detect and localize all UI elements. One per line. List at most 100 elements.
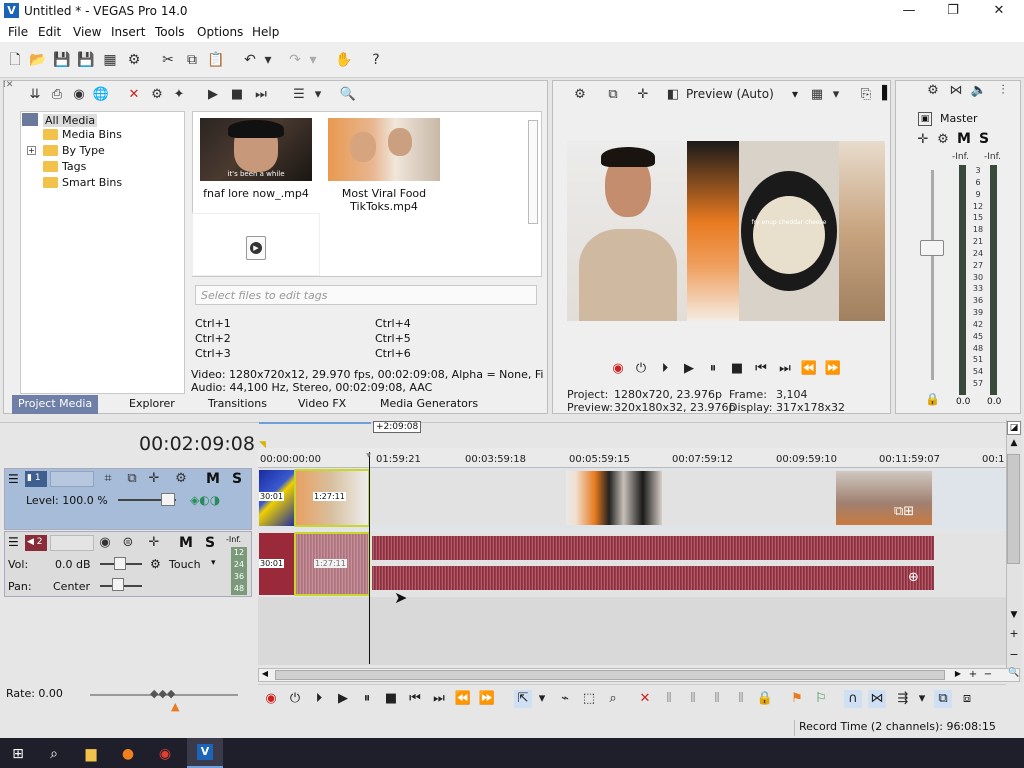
menu-options[interactable]: Options — [197, 25, 243, 39]
dim-output-icon[interactable]: 🔈 — [970, 82, 988, 100]
bottom-stop-icon[interactable]: ■ — [382, 690, 400, 708]
tree-item-all-media[interactable]: All Media — [43, 114, 98, 127]
play-from-start-icon[interactable]: ⏵ — [656, 360, 674, 378]
audio-clip-intro[interactable]: 30:01 — [259, 533, 295, 595]
edit-tool-dropdown-icon[interactable]: ▾ — [536, 690, 548, 708]
audio-waveform-left[interactable] — [372, 536, 934, 560]
undo-icon[interactable]: ↶ — [240, 50, 260, 70]
envelope-tool-icon[interactable]: ⌁ — [556, 690, 574, 708]
bottom-play-from-start-icon[interactable]: ⏵ — [310, 690, 328, 708]
automation-gear-icon[interactable]: ⚙ — [150, 557, 161, 571]
video-track-name-input[interactable] — [50, 471, 94, 487]
views-icon[interactable]: ☰ — [290, 86, 308, 104]
tab-transitions[interactable]: Transitions — [202, 395, 273, 413]
stop-preview-icon[interactable]: ■ — [228, 86, 246, 104]
arm-record-icon[interactable]: ◉ — [96, 534, 114, 552]
previous-frame-icon[interactable]: ⏪ — [800, 360, 818, 378]
ripple-dropdown-icon[interactable]: ▾ — [916, 690, 928, 708]
tree-item-media-bins[interactable]: Media Bins — [62, 128, 122, 141]
master-fader-thumb[interactable] — [920, 240, 944, 256]
play-icon[interactable]: ▶ — [680, 360, 698, 378]
trim-start-icon[interactable]: ⫴ — [684, 690, 702, 708]
ignore-grouping-icon[interactable]: ⧈ — [958, 690, 976, 708]
tree-item-smart-bins[interactable]: Smart Bins — [62, 176, 122, 189]
master-fx-icon[interactable]: ⫶ — [994, 82, 1012, 100]
capture-icon[interactable]: ⎙ — [48, 86, 66, 104]
remove-media-icon[interactable]: ✕ — [125, 86, 143, 104]
audio-track-name-input[interactable] — [50, 535, 94, 551]
bottom-play-icon[interactable]: ▶ — [334, 690, 352, 708]
stop-icon[interactable]: ■ — [728, 360, 746, 378]
empty-track-area[interactable] — [258, 597, 1006, 665]
start-preview-icon[interactable]: ▶ — [204, 86, 222, 104]
file-explorer-icon[interactable]: ▆ — [81, 744, 101, 764]
pause-icon[interactable]: ⏸ — [704, 360, 722, 378]
media-thumbnail-audio[interactable]: ▶ — [192, 213, 320, 276]
vegas-taskbar-button[interactable]: V — [187, 738, 223, 768]
collapse-audio-track-icon[interactable]: ☰ — [8, 535, 19, 549]
parent-motion-icon[interactable]: ✛ — [145, 470, 163, 488]
firefox-icon[interactable]: ● — [118, 744, 138, 764]
next-frame-icon[interactable]: ⏩ — [824, 360, 842, 378]
new-icon[interactable]: 🗋 — [5, 50, 25, 70]
lock-icon[interactable]: 🔒 — [925, 392, 940, 406]
get-media-web-icon[interactable]: 🌐 — [92, 86, 110, 104]
overlays-dropdown-icon[interactable]: ▾ — [830, 86, 842, 104]
go-to-start-icon[interactable]: ⏮ — [752, 360, 770, 378]
preview-properties-icon[interactable]: ⚙ — [571, 86, 589, 104]
close-button[interactable]: ✕ — [976, 0, 1022, 22]
paste-icon[interactable]: 📋 — [206, 50, 226, 70]
import-media-icon[interactable]: ⇊ — [26, 86, 44, 104]
auto-preview-icon[interactable]: ⏭ — [252, 86, 270, 104]
save-icon[interactable]: 💾 — [52, 50, 72, 70]
pan-crop-icon[interactable]: ⧉⊞ — [894, 504, 914, 519]
taskbar-search-icon[interactable]: ⌕ — [44, 744, 64, 764]
insert-marker-icon[interactable]: ⚑ — [788, 690, 806, 708]
tab-video-fx[interactable]: Video FX — [292, 395, 352, 413]
horizontal-scroll-thumb[interactable] — [275, 670, 945, 680]
snapping-icon[interactable]: ∩ — [844, 690, 862, 708]
menu-insert[interactable]: Insert — [111, 25, 145, 39]
tab-project-media[interactable]: Project Media — [12, 395, 99, 414]
extract-audio-icon[interactable]: ◉ — [70, 86, 88, 104]
auto-ripple-icon[interactable]: ⇶ — [894, 690, 912, 708]
track-list-icon[interactable]: ◪ — [1007, 421, 1021, 435]
track-fx-icon[interactable]: ⚙ — [172, 470, 190, 488]
media-generators-icon[interactable]: ✦ — [170, 86, 188, 104]
audio-envelope-icon[interactable]: ⊕ — [908, 570, 919, 585]
master-fx-chain-icon[interactable]: ⚙ — [934, 131, 952, 149]
windows-start-icon[interactable]: ⊞ — [8, 744, 28, 764]
zoom-in-time-icon[interactable]: + — [967, 669, 979, 681]
maximize-button[interactable]: ❐ — [930, 0, 976, 22]
scroll-left-icon[interactable]: ◀ — [259, 669, 271, 681]
zoom-out-track-icon[interactable]: − — [1007, 648, 1021, 662]
audio-clip-selected[interactable]: 1:27:11 — [296, 534, 368, 594]
trim-end-icon[interactable]: ⫴ — [708, 690, 726, 708]
split-icon[interactable]: ⫴ — [732, 690, 750, 708]
bottom-pause-icon[interactable]: ⏸ — [358, 690, 376, 708]
save-as-icon[interactable]: 💾 — [76, 50, 96, 70]
scroll-up-icon[interactable]: ▲ — [1007, 438, 1021, 452]
master-solo-button[interactable]: S — [979, 131, 989, 147]
downmix-icon[interactable]: ⋈ — [947, 82, 965, 100]
auto-crossfade-icon[interactable]: ⋈ — [868, 690, 886, 708]
split-screen-icon[interactable]: ✛ — [634, 86, 652, 104]
tree-item-by-type[interactable]: By Type — [62, 144, 105, 157]
lock-envelopes-icon[interactable]: ⧉ — [934, 690, 952, 708]
audio-mute-button[interactable]: M — [179, 535, 193, 551]
invert-phase-icon[interactable]: ⊜ — [119, 534, 137, 552]
video-level-slider-thumb[interactable] — [161, 493, 175, 506]
video-mute-button[interactable]: M — [206, 471, 220, 487]
open-icon[interactable]: 📂 — [28, 50, 48, 70]
tree-item-tags[interactable]: Tags — [62, 160, 86, 173]
bottom-record-icon[interactable]: ◉ — [262, 690, 280, 708]
zoom-out-time-icon[interactable]: − — [982, 669, 994, 681]
audio-solo-button[interactable]: S — [205, 535, 215, 551]
pan-slider-thumb[interactable] — [112, 578, 124, 591]
bottom-go-end-icon[interactable]: ⏭ — [430, 690, 448, 708]
tab-explorer[interactable]: Explorer — [123, 395, 181, 413]
minimize-button[interactable]: — — [886, 0, 932, 22]
redo-icon[interactable]: ↷ — [285, 50, 305, 70]
selection-tool-icon[interactable]: ⬚ — [580, 690, 598, 708]
audio-track-fx-icon[interactable]: ✛ — [145, 534, 163, 552]
